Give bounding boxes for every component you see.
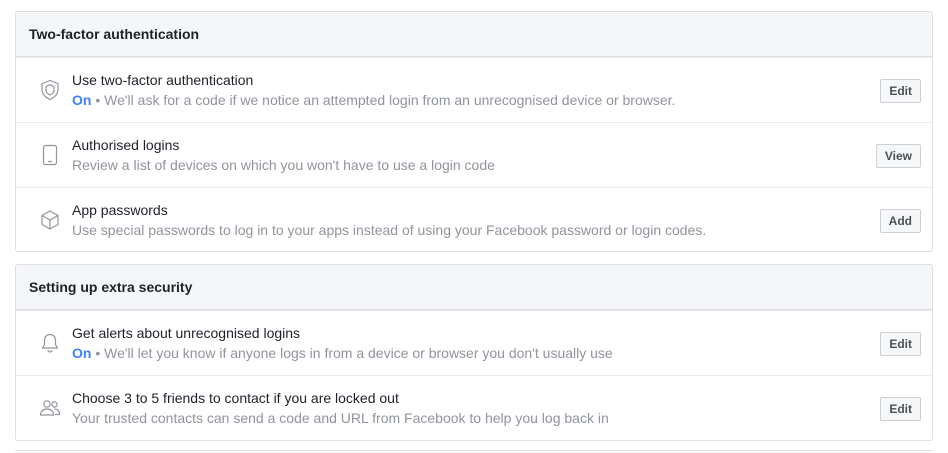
section-title: Two-factor authentication — [29, 26, 200, 42]
security-settings-page: Two-factor authentication Use two-factor… — [0, 0, 948, 453]
row-description: On • We'll ask for a code if we notice a… — [72, 91, 812, 109]
row-description: Your trusted contacts can send a code an… — [72, 410, 609, 426]
row-title: Get alerts about unrecognised logins — [72, 325, 301, 341]
shield-icon — [38, 78, 62, 102]
view-authorised-logins-button[interactable]: View — [875, 144, 921, 168]
setting-row-app-passwords: App passwords Use special passwords to l… — [16, 187, 932, 252]
extra-security-section: Setting up extra security Get alerts abo… — [15, 264, 933, 441]
row-text: Use two-factor authentication On • We'll… — [72, 71, 812, 109]
description-text: • We'll let you know if anyone logs in f… — [91, 345, 613, 361]
row-description: Use special passwords to log in to your … — [72, 222, 707, 238]
edit-trusted-contacts-button[interactable]: Edit — [880, 397, 921, 421]
status-on-label: On — [72, 345, 92, 361]
setting-row-login-alerts: Get alerts about unrecognised logins On … — [16, 310, 932, 375]
row-text: Get alerts about unrecognised logins On … — [72, 324, 812, 362]
status-on-label: On — [72, 92, 92, 108]
row-text: App passwords Use special passwords to l… — [72, 201, 812, 239]
setting-row-two-factor: Use two-factor authentication On • We'll… — [16, 57, 932, 122]
row-title: App passwords — [72, 202, 168, 218]
section-header: Setting up extra security — [16, 265, 932, 310]
row-title: Use two-factor authentication — [72, 72, 254, 88]
two-factor-section: Two-factor authentication Use two-factor… — [15, 11, 933, 252]
cube-icon — [38, 208, 62, 232]
add-app-password-button[interactable]: Add — [879, 209, 921, 233]
edit-two-factor-button[interactable]: Edit — [880, 79, 921, 103]
row-description: On • We'll let you know if anyone logs i… — [72, 344, 812, 362]
description-text: • We'll ask for a code if we notice an a… — [91, 92, 676, 108]
row-description: Review a list of devices on which you wo… — [72, 157, 495, 173]
section-title: Setting up extra security — [29, 279, 193, 295]
phone-icon — [38, 143, 62, 167]
row-title: Choose 3 to 5 friends to contact if you … — [72, 390, 399, 406]
next-section-edge — [15, 450, 933, 451]
section-header: Two-factor authentication — [16, 12, 932, 57]
row-text: Choose 3 to 5 friends to contact if you … — [72, 389, 812, 427]
row-title: Authorised logins — [72, 137, 180, 153]
setting-row-trusted-contacts: Choose 3 to 5 friends to contact if you … — [16, 375, 932, 440]
row-text: Authorised logins Review a list of devic… — [72, 136, 812, 174]
setting-row-authorised-logins: Authorised logins Review a list of devic… — [16, 122, 932, 187]
bell-icon — [38, 331, 62, 355]
edit-login-alerts-button[interactable]: Edit — [880, 332, 921, 356]
friends-icon — [38, 396, 62, 420]
